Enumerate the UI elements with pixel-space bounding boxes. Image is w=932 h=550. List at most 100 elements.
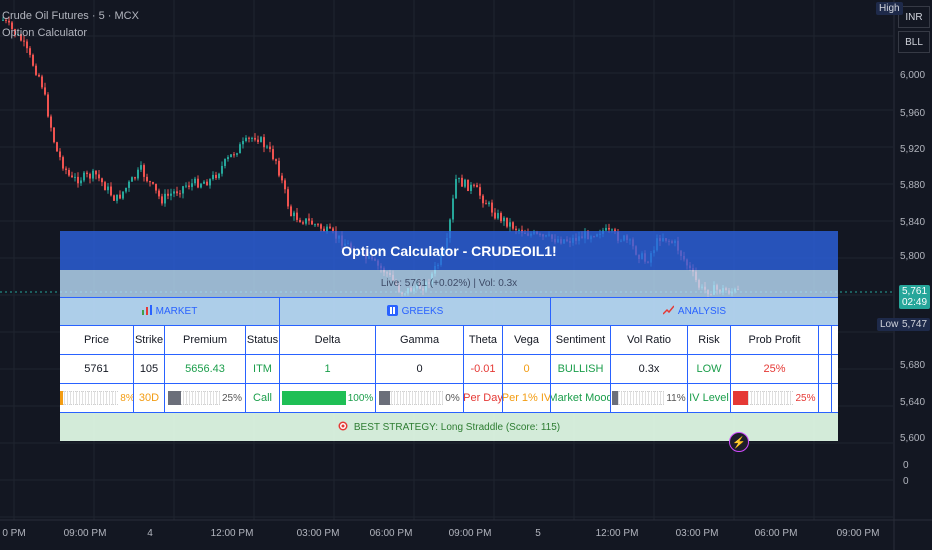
candle-body [245,137,247,142]
candle-body [242,141,244,145]
col-header: Risk [688,326,731,354]
meter-label: 8% [120,392,134,404]
unit-button[interactable]: BLL [898,31,930,53]
candle-body [299,219,301,223]
candle-body [92,170,94,179]
candle-body [452,198,454,220]
meter-track [180,391,220,405]
indicator-title[interactable]: Option Calculator [2,27,87,39]
candle-body [233,154,235,156]
section-greeks-label: GREEKS [401,306,444,317]
meter-label: 100% [347,392,374,404]
col-header: Status [246,326,280,354]
candle-body [161,196,163,204]
spacer-cell [832,326,838,354]
candle-body [221,165,223,174]
time-label: 03:00 PM [675,528,719,539]
candle-body [53,127,55,143]
price-label: 5,600 [900,433,926,444]
candle-body [182,186,184,194]
candle-body [224,159,226,166]
candle-body [59,151,61,158]
candle-body [236,153,238,155]
vol-meter: 11% [611,384,688,412]
spacer-cell [832,384,838,412]
lightning-icon[interactable]: ⚡ [729,432,749,452]
candle-body [173,191,175,194]
candle-body [296,212,298,220]
candle-body [83,172,85,181]
status-value: ITM [246,355,280,383]
price-label: 0 [903,476,909,487]
price-label: 5,680 [900,360,926,371]
candle-body [278,160,280,176]
candle-body [158,190,160,197]
price-label: 5,840 [900,217,926,228]
spacer-cell [832,355,838,383]
meter: 0% [379,391,460,405]
candle-body [95,170,97,175]
candle-body [71,175,73,178]
candle-body [32,54,34,66]
candle-body [62,157,64,169]
candle-body [251,137,253,139]
time-label: 5 [535,528,541,539]
candle-body [500,213,502,222]
table-header-row: Price Strike Premium Status Delta Gamma … [60,326,838,355]
candle-body [125,187,127,192]
candle-body [260,137,262,142]
candle-body [188,185,190,187]
candle-body [44,87,46,95]
candle-body [56,142,58,152]
symbol-title: Crude Oil Futures · 5 · MCX [2,10,139,22]
candle-body [473,184,475,186]
candle-body [50,116,52,128]
time-label: 09:00 PM [63,528,107,539]
candle-body [608,227,610,230]
meter-label: 11% [666,392,686,404]
candle-body [227,157,229,160]
candle-body [203,181,205,184]
bar-countdown: 02:49 [902,297,928,308]
currency-button[interactable]: INR [898,6,930,28]
risk-note: IV Level [688,384,731,412]
candle-body [305,218,307,224]
candle-body [113,195,115,201]
candle-body [77,176,79,184]
candle-body [146,176,148,182]
table-indicator-row: 8% 30D 25% Call 100% 0% Per Day Per 1% I… [60,384,838,413]
candle-body [176,191,178,194]
col-header: Vega [503,326,551,354]
candle-body [461,177,463,187]
candle-body [191,183,193,187]
candle-body [143,165,145,177]
candle-body [263,137,265,148]
candle-body [26,41,28,49]
time-label: 03:00 PM [296,528,340,539]
candle-body [107,186,109,191]
col-header: Vol Ratio [611,326,688,354]
low-tag: Low [877,318,902,331]
last-price: 5,761 [902,286,928,297]
candle-body [155,183,157,191]
candle-body [467,179,469,191]
time-label: 12:00 PM [595,528,639,539]
candle-body [215,174,217,179]
meter: 25% [167,391,242,405]
candle-body [269,146,271,150]
vega-note: Per 1% IV [503,384,551,412]
meter-fill [733,391,749,405]
meter-track [63,391,119,405]
candle-body [80,180,82,184]
gamma-value: 0 [376,355,464,383]
candle-body [287,189,289,207]
prob-meter: 25% [731,384,819,412]
candle-body [185,185,187,187]
candle-body [119,194,121,199]
spacer-cell [819,384,832,412]
candle-body [485,203,487,205]
candle-body [479,187,481,196]
candle-body [110,186,112,196]
candle-body [272,149,274,160]
time-label: 0 PM [2,528,26,539]
